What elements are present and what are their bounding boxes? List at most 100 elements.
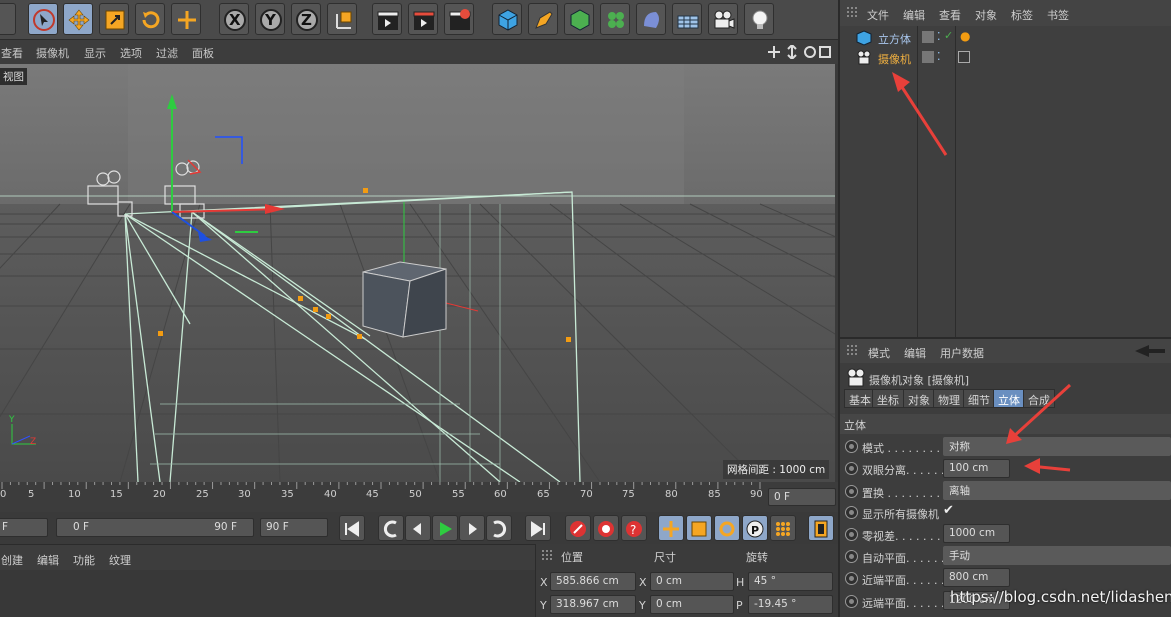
timeline-tick: 40 bbox=[324, 489, 337, 500]
coordinate-manager: 位置 尺寸 旋转 X 585.866 cm X 0 cm H 45 ° Y 31… bbox=[535, 544, 838, 617]
rotate-icon bbox=[142, 11, 160, 29]
timeline-tick: 0 bbox=[0, 489, 7, 500]
timeline-button[interactable] bbox=[808, 515, 834, 541]
viewport-label: 视图 bbox=[0, 68, 27, 85]
grip-icon bbox=[542, 550, 552, 560]
timeline-tick: 50 bbox=[409, 489, 422, 500]
select-tool-button[interactable] bbox=[28, 3, 58, 35]
pen-tool-button[interactable] bbox=[528, 3, 558, 35]
key-rotation-button[interactable] bbox=[714, 515, 740, 541]
camera-object-button[interactable] bbox=[708, 3, 738, 35]
material-menu-edit[interactable]: 编辑 bbox=[37, 552, 59, 568]
end-frame-field[interactable]: 90 F bbox=[260, 518, 328, 537]
dots-grid-icon bbox=[776, 522, 790, 536]
pen-icon bbox=[535, 11, 553, 29]
camera-icon bbox=[714, 10, 735, 29]
viewport-menu-panel[interactable]: 面板 bbox=[192, 45, 214, 61]
previous-frame-button[interactable] bbox=[405, 515, 431, 541]
y-axis-button[interactable]: Y bbox=[255, 3, 285, 35]
subdivision-button[interactable] bbox=[564, 3, 594, 35]
go-to-start-button[interactable] bbox=[339, 515, 365, 541]
rotation-h-field[interactable]: 45 ° bbox=[748, 572, 833, 591]
material-menu-create[interactable]: 创建 bbox=[1, 552, 23, 568]
timeline-tick: 90 bbox=[750, 489, 763, 500]
timeline-tick: 35 bbox=[281, 489, 294, 500]
render-to-picture-viewer-button[interactable] bbox=[408, 3, 438, 35]
pos-x-axis-label: X bbox=[540, 576, 548, 589]
timeline-tick: 55 bbox=[452, 489, 465, 500]
recent-tool-button[interactable] bbox=[171, 3, 201, 35]
mograph-cloner-button[interactable] bbox=[600, 3, 630, 35]
key-pla-button[interactable] bbox=[770, 515, 796, 541]
render-settings-button[interactable] bbox=[444, 3, 474, 35]
previous-key-button[interactable] bbox=[378, 515, 404, 541]
cloner-icon bbox=[608, 12, 624, 28]
play-button[interactable] bbox=[432, 515, 458, 541]
position-x-field[interactable]: 585.866 cm bbox=[550, 572, 636, 591]
viewport-menu-display[interactable]: 显示 bbox=[84, 45, 106, 61]
x-axis-button[interactable]: X bbox=[219, 3, 249, 35]
rotation-p-field[interactable]: -19.45 ° bbox=[748, 595, 833, 614]
help-icon: ? bbox=[626, 521, 642, 537]
keyframe-selection-button[interactable]: ? bbox=[621, 515, 647, 541]
coordinate-system-icon bbox=[336, 11, 352, 29]
floor-button[interactable] bbox=[672, 3, 702, 35]
toolbar-left-edge-button[interactable] bbox=[0, 3, 16, 35]
timeline-tick: 20 bbox=[153, 489, 166, 500]
timeline-tick: 5 bbox=[28, 489, 35, 500]
prev-frame-icon bbox=[413, 523, 421, 535]
record-button[interactable] bbox=[565, 515, 591, 541]
viewport-menu-options[interactable]: 选项 bbox=[120, 45, 142, 61]
size-y-field[interactable]: 0 cm bbox=[650, 595, 734, 614]
scale-icon bbox=[105, 10, 125, 30]
timeline-tick: 30 bbox=[238, 489, 251, 500]
scale-tool-button[interactable] bbox=[99, 3, 129, 35]
scale-key-icon bbox=[691, 521, 707, 537]
viewport-nav-icons[interactable] bbox=[768, 45, 832, 59]
cube-primitive-button[interactable] bbox=[492, 3, 522, 35]
autokey-button[interactable] bbox=[593, 515, 619, 541]
viewport-menu-view[interactable]: 查看 bbox=[1, 45, 23, 61]
frame-range-slider[interactable]: 0 F 90 F bbox=[56, 518, 254, 537]
range-end-label: 90 F bbox=[214, 521, 237, 533]
position-header: 位置 bbox=[561, 551, 583, 564]
timeline-tick: 70 bbox=[580, 489, 593, 500]
rotate-tool-button[interactable] bbox=[135, 3, 165, 35]
key-parameter-button[interactable]: P bbox=[742, 515, 768, 541]
timeline-tick: 80 bbox=[665, 489, 678, 500]
deformer-button[interactable] bbox=[636, 3, 666, 35]
go-to-end-button[interactable] bbox=[525, 515, 551, 541]
size-x-field[interactable]: 0 cm bbox=[650, 572, 734, 591]
timeline-tick: 60 bbox=[494, 489, 507, 500]
z-axis-label: Z bbox=[301, 11, 312, 29]
position-y-field[interactable]: 318.967 cm bbox=[550, 595, 636, 614]
light-bulb-icon bbox=[752, 10, 768, 29]
key-position-button[interactable] bbox=[658, 515, 684, 541]
material-menu-texture[interactable]: 纹理 bbox=[109, 552, 131, 568]
annotation-arrows bbox=[892, 72, 1072, 474]
viewport-menu-filter[interactable]: 过滤 bbox=[156, 45, 178, 61]
3d-viewport[interactable]: Y Z 视图 网格间距 : 1000 cm bbox=[0, 64, 835, 482]
material-menu-function[interactable]: 功能 bbox=[73, 552, 95, 568]
viewport-menu-camera[interactable]: 摄像机 bbox=[36, 45, 69, 61]
watermark: https://blog.csdn.net/lidashent bbox=[950, 588, 1171, 606]
rotate-key-icon bbox=[719, 521, 735, 537]
clapper-picture-icon bbox=[413, 11, 435, 30]
next-key-button[interactable] bbox=[486, 515, 512, 541]
move-tool-button[interactable] bbox=[63, 3, 93, 35]
light-object-button[interactable] bbox=[744, 3, 774, 35]
skip-end-icon bbox=[531, 521, 545, 537]
timeline-tick: 25 bbox=[196, 489, 209, 500]
x-axis-label: X bbox=[229, 11, 241, 29]
key-scale-button[interactable] bbox=[686, 515, 712, 541]
clapper-settings-icon bbox=[449, 9, 471, 30]
current-frame-field[interactable]: 0 F bbox=[768, 488, 836, 506]
svg-text:Z: Z bbox=[30, 437, 36, 447]
transport-bar: F 0 F 90 F 90 F ? P bbox=[0, 512, 838, 544]
render-view-button[interactable] bbox=[372, 3, 402, 35]
start-frame-field[interactable]: F bbox=[0, 518, 48, 537]
next-frame-button[interactable] bbox=[459, 515, 485, 541]
coordinate-system-button[interactable] bbox=[327, 3, 357, 35]
z-axis-button[interactable]: Z bbox=[291, 3, 321, 35]
viewport-menu-bar: 查看 摄像机 显示 选项 过滤 面板 bbox=[0, 40, 838, 64]
